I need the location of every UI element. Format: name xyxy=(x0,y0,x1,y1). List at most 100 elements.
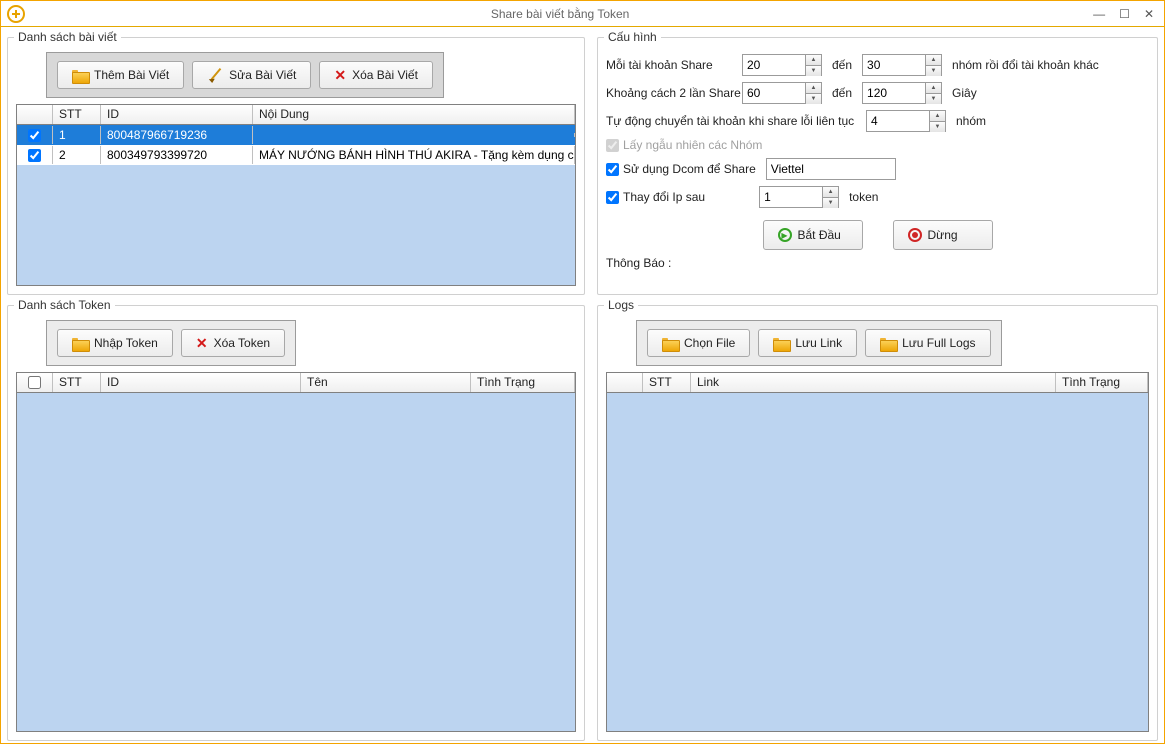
tokens-header-status[interactable]: Tình Trạng xyxy=(471,373,575,392)
gap-from-input[interactable] xyxy=(743,83,805,103)
spin-up-icon[interactable]: ▲ xyxy=(823,187,838,198)
x-icon: ✕ xyxy=(196,335,208,352)
close-button[interactable]: ✕ xyxy=(1144,7,1154,21)
use-dcom-checkbox[interactable] xyxy=(606,163,619,176)
tokens-group: Danh sách Token Nhập Token ✕ Xóa Token S… xyxy=(7,305,585,741)
table-row[interactable]: 1 800487966719236 xyxy=(17,125,575,145)
spin-up-icon[interactable]: ▲ xyxy=(806,83,821,94)
stop-button[interactable]: Dừng xyxy=(893,220,993,250)
each-account-from-spinner[interactable]: ▲▼ xyxy=(742,54,822,76)
gap-label: Khoảng cách 2 lần Share xyxy=(606,86,732,100)
logs-header-stt[interactable]: STT xyxy=(643,373,691,392)
change-ip-spinner[interactable]: ▲▼ xyxy=(759,186,839,208)
gap-to-spinner[interactable]: ▲▼ xyxy=(862,82,942,104)
tokens-toolbar: Nhập Token ✕ Xóa Token xyxy=(46,320,296,366)
app-icon xyxy=(5,3,27,25)
gap-to-input[interactable] xyxy=(863,83,925,103)
logs-table-empty xyxy=(607,393,1148,731)
edit-post-label: Sửa Bài Viết xyxy=(229,68,296,82)
config-row-random: Lấy ngẫu nhiên các Nhóm xyxy=(606,138,1149,152)
select-all-checkbox[interactable] xyxy=(28,376,41,389)
posts-group-title: Danh sách bài viết xyxy=(14,30,121,44)
logs-header-link[interactable]: Link xyxy=(691,373,1056,392)
folder-icon xyxy=(880,336,896,350)
posts-header-content[interactable]: Nội Dung xyxy=(253,105,575,124)
save-link-button[interactable]: Lưu Link xyxy=(758,329,857,357)
folder-icon xyxy=(72,68,88,82)
add-post-button[interactable]: Thêm Bài Viết xyxy=(57,61,184,89)
maximize-button[interactable]: ☐ xyxy=(1119,7,1130,21)
random-groups-checkbox-label: Lấy ngẫu nhiên các Nhóm xyxy=(606,138,762,152)
tokens-table[interactable]: STT ID Tên Tình Trạng xyxy=(16,372,576,732)
play-icon: ▶ xyxy=(778,228,792,242)
posts-header-check[interactable] xyxy=(17,105,53,124)
stop-label: Dừng xyxy=(928,228,958,242)
tokens-header-id[interactable]: ID xyxy=(101,373,301,392)
delete-token-button[interactable]: ✕ Xóa Token xyxy=(181,329,285,357)
edit-post-button[interactable]: Sửa Bài Viết xyxy=(192,61,311,89)
autoswitch-unit: nhóm xyxy=(956,114,986,128)
change-ip-input[interactable] xyxy=(760,187,822,207)
spin-down-icon[interactable]: ▼ xyxy=(806,94,821,104)
spin-up-icon[interactable]: ▲ xyxy=(926,55,941,66)
pencil-icon xyxy=(207,67,223,83)
each-account-to-spinner[interactable]: ▲▼ xyxy=(862,54,942,76)
start-button[interactable]: ▶ Bắt Đầu xyxy=(763,220,863,250)
config-row-dcom: Sử dụng Dcom để Share xyxy=(606,158,1149,180)
row-checkbox[interactable] xyxy=(28,129,41,142)
spin-up-icon[interactable]: ▲ xyxy=(926,83,941,94)
save-full-logs-button[interactable]: Lưu Full Logs xyxy=(865,329,990,357)
spin-down-icon[interactable]: ▼ xyxy=(930,122,945,132)
change-ip-checkbox-label[interactable]: Thay đổi Ip sau xyxy=(606,190,705,204)
random-groups-text: Lấy ngẫu nhiên các Nhóm xyxy=(623,138,762,152)
posts-toolbar: Thêm Bài Viết Sửa Bài Viết ✕ Xóa Bài Viế… xyxy=(46,52,444,98)
table-row[interactable]: 2 800349793399720 MÁY NƯỚNG BÁNH HÌNH TH… xyxy=(17,145,575,165)
folder-icon xyxy=(773,336,789,350)
autoswitch-input[interactable] xyxy=(867,111,929,131)
tokens-group-title: Danh sách Token xyxy=(14,298,115,312)
delete-post-label: Xóa Bài Viết xyxy=(352,68,418,82)
delete-post-button[interactable]: ✕ Xóa Bài Viết xyxy=(319,61,433,89)
tokens-thead: STT ID Tên Tình Trạng xyxy=(17,373,575,393)
posts-header-stt[interactable]: STT xyxy=(53,105,101,124)
logs-group-title: Logs xyxy=(604,298,638,312)
logs-header-blank[interactable] xyxy=(607,373,643,392)
spin-down-icon[interactable]: ▼ xyxy=(806,66,821,76)
tokens-header-check[interactable] xyxy=(17,373,53,392)
window-title: Share bài viết bằng Token xyxy=(27,7,1093,21)
to-label: đến xyxy=(832,58,852,72)
window-buttons: — ☐ ✕ xyxy=(1093,7,1154,21)
use-dcom-checkbox-label[interactable]: Sử dụng Dcom để Share xyxy=(606,162,756,176)
logs-header-status[interactable]: Tình Trạng xyxy=(1056,373,1148,392)
change-ip-checkbox[interactable] xyxy=(606,191,619,204)
logs-table[interactable]: STT Link Tình Trạng xyxy=(606,372,1149,732)
gap-from-spinner[interactable]: ▲▼ xyxy=(742,82,822,104)
each-account-to-input[interactable] xyxy=(863,55,925,75)
titlebar: Share bài viết bằng Token — ☐ ✕ xyxy=(1,1,1164,27)
each-account-from-input[interactable] xyxy=(743,55,805,75)
config-actions: ▶ Bắt Đầu Dừng xyxy=(606,220,1149,250)
config-row-autoswitch: Tự động chuyển tài khoản khi share lỗi l… xyxy=(606,110,1149,132)
choose-file-button[interactable]: Chọn File xyxy=(647,329,750,357)
logs-thead: STT Link Tình Trạng xyxy=(607,373,1148,393)
dcom-input[interactable] xyxy=(766,158,896,180)
spin-down-icon[interactable]: ▼ xyxy=(926,66,941,76)
import-token-button[interactable]: Nhập Token xyxy=(57,329,173,357)
spin-down-icon[interactable]: ▼ xyxy=(926,94,941,104)
delete-token-label: Xóa Token xyxy=(214,336,271,350)
notice-label: Thông Báo : xyxy=(606,256,671,270)
spin-down-icon[interactable]: ▼ xyxy=(823,198,838,208)
spin-up-icon[interactable]: ▲ xyxy=(930,111,945,122)
row-checkbox[interactable] xyxy=(28,149,41,162)
autoswitch-spinner[interactable]: ▲▼ xyxy=(866,110,946,132)
tokens-table-empty xyxy=(17,393,575,731)
posts-table[interactable]: STT ID Nội Dung 1 800487966719236 2 8003… xyxy=(16,104,576,286)
tokens-header-stt[interactable]: STT xyxy=(53,373,101,392)
posts-header-id[interactable]: ID xyxy=(101,105,253,124)
minimize-button[interactable]: — xyxy=(1093,7,1105,21)
spin-up-icon[interactable]: ▲ xyxy=(806,55,821,66)
tokens-header-name[interactable]: Tên xyxy=(301,373,471,392)
folder-icon xyxy=(662,336,678,350)
cell-id: 800349793399720 xyxy=(101,146,253,164)
posts-thead: STT ID Nội Dung xyxy=(17,105,575,125)
